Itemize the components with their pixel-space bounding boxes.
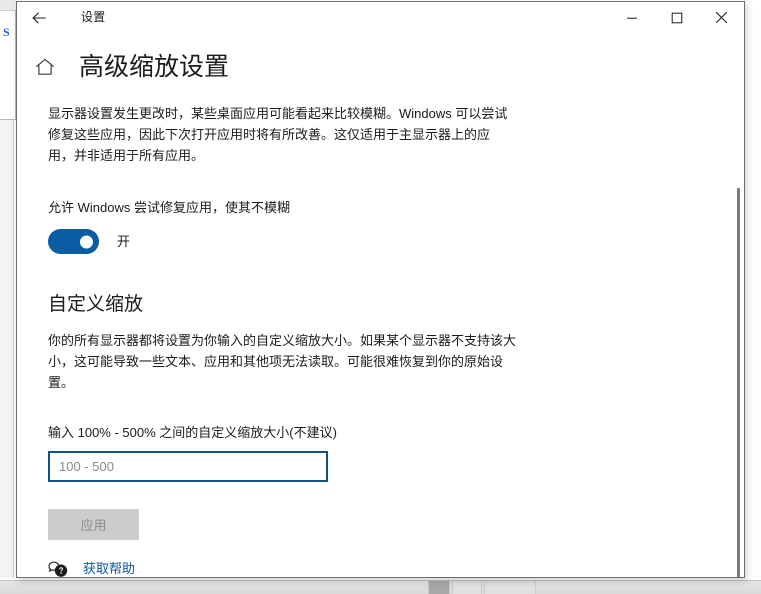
maximize-icon — [671, 12, 683, 24]
back-button[interactable] — [17, 2, 61, 33]
screen: S 设置 — [0, 0, 761, 594]
settings-body: 显示器设置发生更改时，某些桌面应用可能看起来比较模糊。Windows 可以尝试修… — [17, 103, 744, 577]
caption-buttons — [609, 2, 744, 33]
settings-window: 设置 — [16, 1, 745, 578]
help-bubble-icon — [47, 559, 69, 577]
scrollbar-track[interactable] — [732, 64, 744, 577]
home-icon[interactable] — [32, 54, 58, 80]
page-header: 高级缩放设置 — [17, 52, 744, 82]
back-arrow-icon — [30, 9, 48, 27]
fix-apps-toggle-state: 开 — [117, 233, 130, 251]
page-title: 高级缩放设置 — [79, 52, 229, 82]
taskbar-item-active[interactable] — [428, 581, 450, 594]
custom-scaling-field-label: 输入 100% - 500% 之间的自定义缩放大小(不建议) — [48, 424, 728, 442]
close-button[interactable] — [699, 2, 744, 33]
scrollbar-thumb[interactable] — [737, 188, 740, 577]
custom-scaling-heading: 自定义缩放 — [48, 292, 728, 318]
intro-paragraph: 显示器设置发生更改时，某些桌面应用可能看起来比较模糊。Windows 可以尝试修… — [48, 103, 513, 166]
background-window-lower — [0, 120, 14, 578]
background-window-sliver[interactable]: S — [0, 0, 16, 120]
maximize-button[interactable] — [654, 2, 699, 33]
taskbar-item[interactable] — [484, 581, 536, 594]
apply-button[interactable]: 应用 — [48, 509, 139, 540]
close-icon — [715, 11, 728, 24]
taskbar[interactable] — [0, 580, 761, 594]
custom-scaling-input[interactable] — [48, 451, 328, 482]
titlebar[interactable]: 设置 — [17, 2, 744, 33]
fix-apps-toggle[interactable] — [48, 229, 99, 254]
settings-content: 高级缩放设置 显示器设置发生更改时，某些桌面应用可能看起来比较模糊。Window… — [17, 33, 744, 577]
toggle-knob — [80, 235, 93, 248]
minimize-button[interactable] — [609, 2, 654, 33]
taskbar-item[interactable] — [452, 581, 482, 594]
minimize-icon — [626, 12, 638, 24]
fix-apps-toggle-row: 开 — [48, 229, 728, 254]
help-row[interactable]: 获取帮助 — [47, 559, 728, 577]
background-window-tab-icon: S — [3, 26, 12, 38]
get-help-link[interactable]: 获取帮助 — [83, 560, 135, 577]
fix-apps-label: 允许 Windows 尝试修复应用，使其不模糊 — [48, 199, 728, 217]
background-window-titlebar — [0, 0, 16, 11]
custom-scaling-description: 你的所有显示器都将设置为你输入的自定义缩放大小。如果某个显示器不支持该大小，这可… — [48, 330, 518, 393]
app-title: 设置 — [81, 2, 105, 33]
